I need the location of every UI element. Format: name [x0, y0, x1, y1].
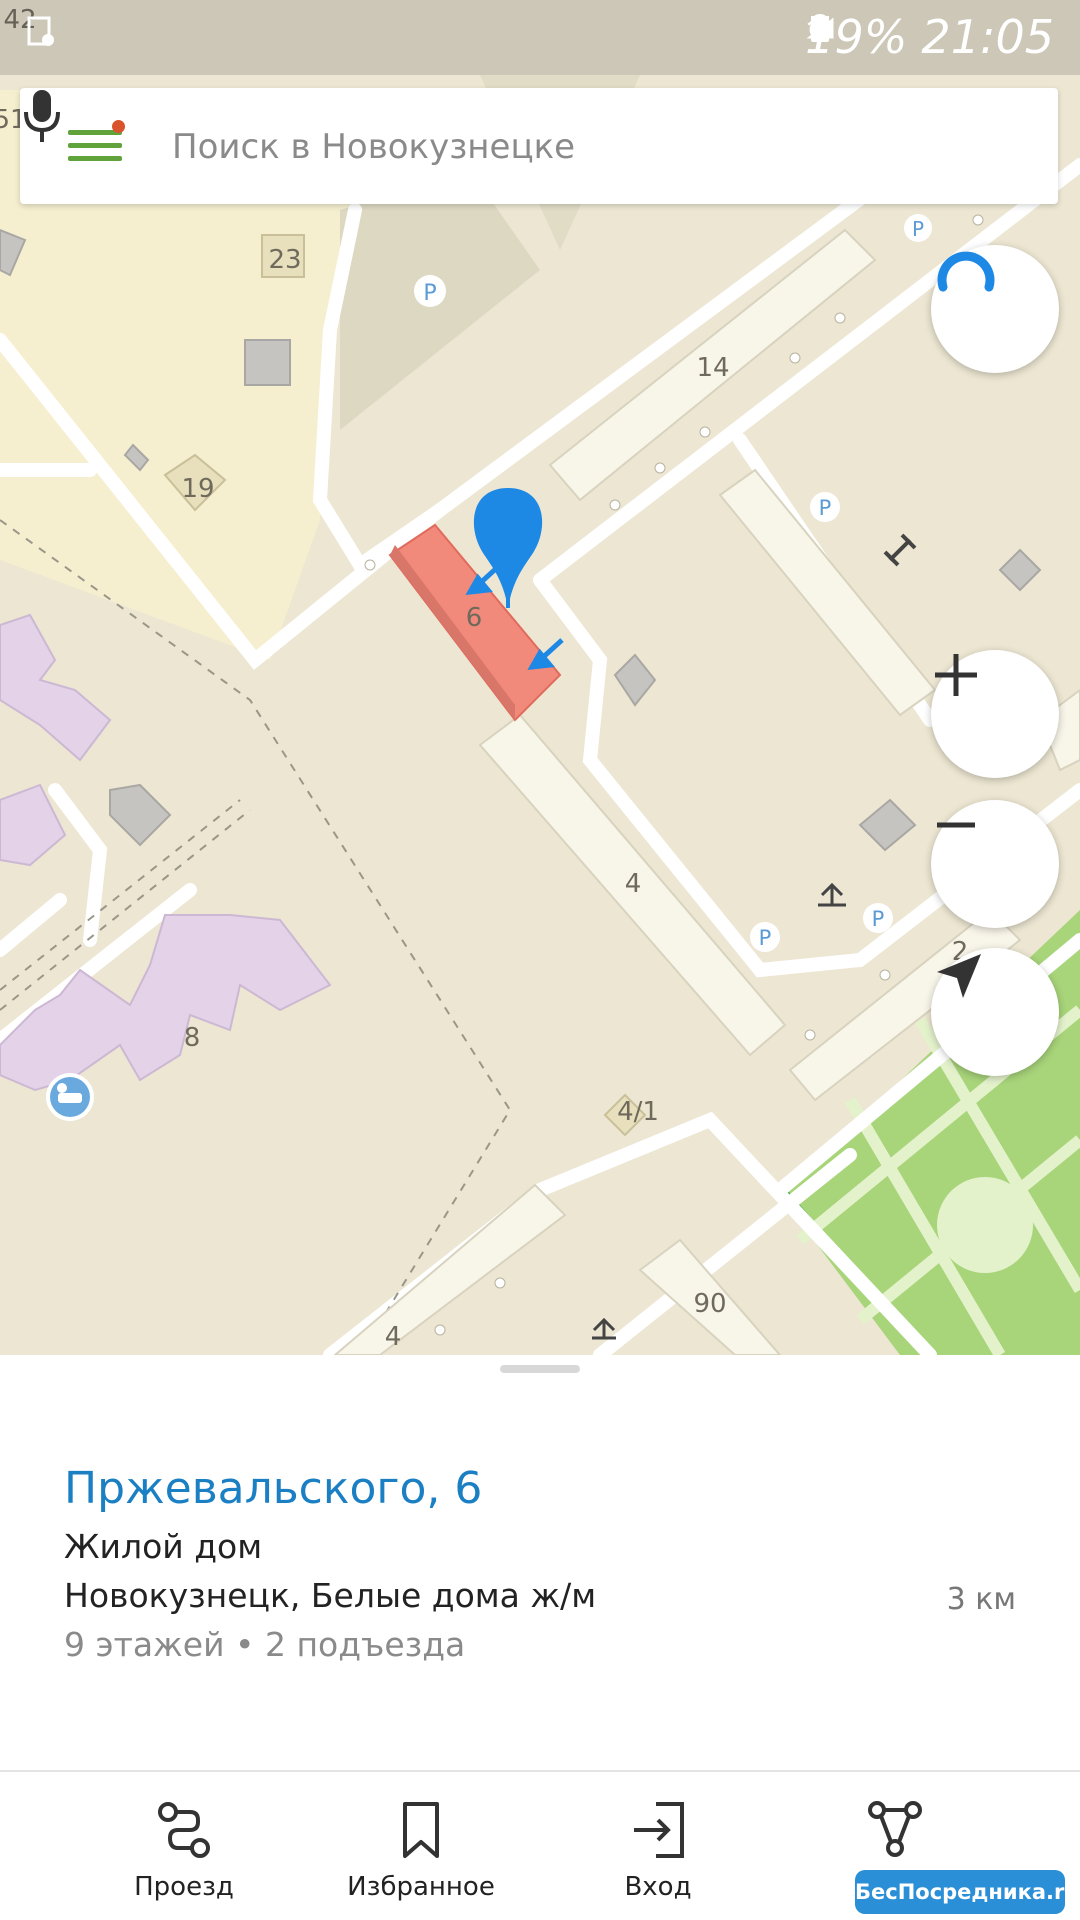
playground-icon	[46, 1073, 94, 1121]
route-button[interactable]: Проезд	[84, 1772, 284, 1920]
label-19: 19	[181, 474, 214, 504]
label-4-bottom: 4	[385, 1322, 402, 1352]
clock: 21:05	[921, 10, 1054, 64]
zoom-out-button[interactable]	[931, 800, 1059, 928]
search-bar[interactable]	[20, 88, 1058, 206]
label-23: 23	[268, 245, 301, 275]
park-circle	[937, 1177, 1033, 1273]
map-view[interactable]: P P P P P 42 51 23 19 14 6 4 8 4/1 90 4 …	[0, 0, 1080, 1355]
compass-icon	[937, 251, 995, 292]
status-bar: 19% 21:05	[0, 0, 1080, 75]
svg-text:P: P	[423, 281, 436, 306]
favorite-button[interactable]: Избранное	[321, 1772, 521, 1920]
bookmark-icon	[403, 1802, 439, 1858]
favorite-label: Избранное	[347, 1872, 495, 1902]
sport-icon	[883, 533, 917, 567]
label-90: 90	[693, 1289, 726, 1319]
route-icon	[158, 1802, 210, 1858]
battery-icon	[813, 16, 828, 42]
place-address: Новокузнецк, Белые дома ж/м	[64, 1576, 597, 1615]
entrance-button[interactable]: Вход	[558, 1772, 758, 1920]
school-buildings	[0, 613, 332, 1092]
svg-text:P: P	[759, 926, 772, 950]
place-details: 9 этажей • 2 подъезда	[64, 1625, 466, 1664]
label-4: 4	[625, 869, 642, 899]
parking-markers: P P P P P	[414, 214, 932, 952]
label-4-1: 4/1	[617, 1097, 659, 1127]
label-8: 8	[184, 1023, 201, 1053]
navigation-arrow-icon	[937, 954, 981, 998]
plus-icon	[935, 654, 977, 696]
notification-dot	[112, 120, 125, 133]
place-title: Пржевальского, 6	[64, 1463, 483, 1514]
compass-button[interactable]	[931, 245, 1059, 373]
label-14: 14	[696, 353, 729, 383]
svg-text:P: P	[872, 907, 885, 931]
search-input[interactable]	[170, 88, 954, 206]
status-right: 19% 21:05	[805, 10, 1054, 64]
screenshot-icon	[27, 16, 54, 46]
sheet-handle[interactable]	[500, 1365, 580, 1373]
place-type: Жилой дом	[64, 1527, 263, 1566]
minus-icon	[937, 822, 975, 828]
watermark-logo: БесПосредника.ru	[855, 1870, 1079, 1914]
zoom-in-button[interactable]	[931, 650, 1059, 778]
route-label: Проезд	[134, 1872, 234, 1902]
microphone-icon[interactable]	[20, 88, 64, 144]
share-icon	[868, 1801, 922, 1857]
entrance-label: Вход	[624, 1872, 692, 1902]
place-card[interactable]: Пржевальского, 6 Жилой дом Новокузнецк, …	[0, 1355, 1080, 1920]
svg-text:P: P	[819, 496, 832, 520]
my-location-button[interactable]	[931, 948, 1059, 1076]
menu-icon[interactable]	[68, 126, 122, 166]
place-distance: 3 км	[946, 1582, 1016, 1617]
svg-text:P: P	[912, 217, 924, 241]
label-6: 6	[466, 603, 483, 633]
entrance-icon	[634, 1802, 684, 1858]
